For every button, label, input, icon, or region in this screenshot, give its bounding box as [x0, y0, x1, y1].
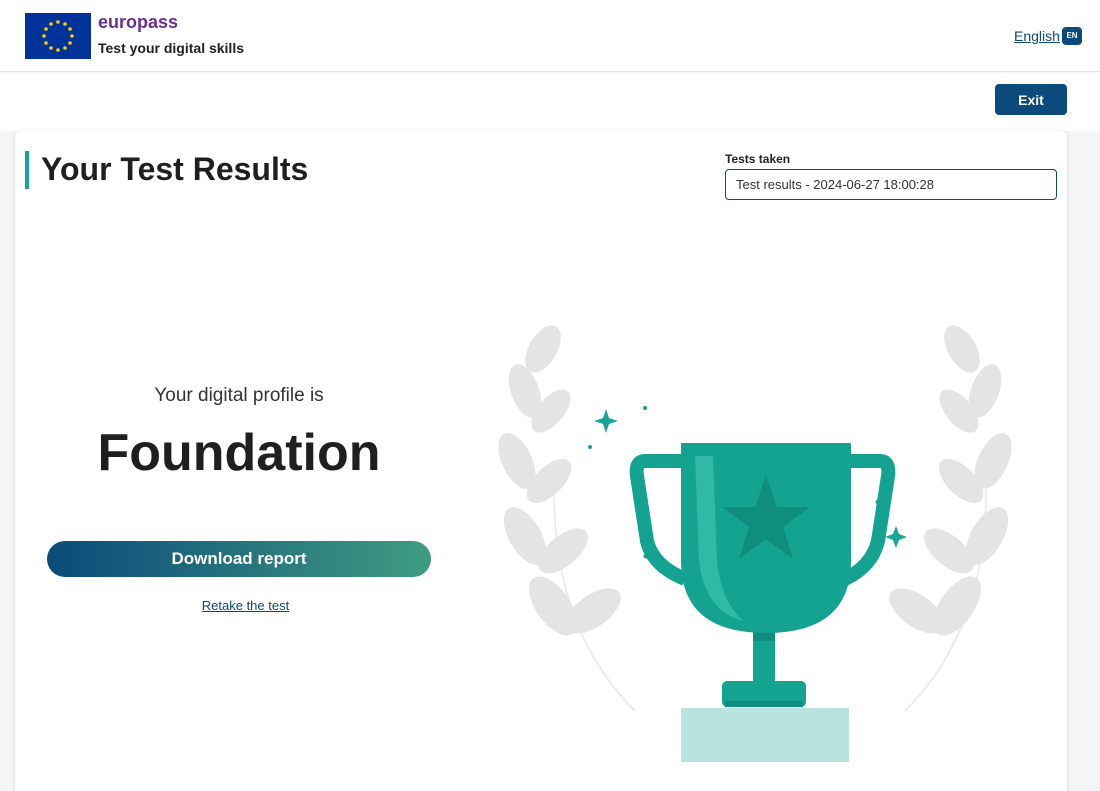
trophy-icon	[498, 325, 1012, 762]
exit-button[interactable]: Exit	[995, 84, 1067, 115]
brand-name: europass	[98, 12, 179, 32]
profile-intro-text: Your digital profile is	[154, 385, 324, 406]
top-header: europass Test your digital skills Englis…	[0, 0, 1100, 72]
trophy-illustration	[485, 261, 1055, 781]
results-card: Your Test Results Tests taken Test resul…	[15, 131, 1067, 791]
action-bar	[0, 73, 1100, 131]
language-selector-link[interactable]: English	[1014, 28, 1060, 44]
trophy-pedestal	[681, 708, 849, 762]
brand-subtitle: Test your digital skills	[98, 40, 245, 56]
page-title: Your Test Results	[41, 151, 309, 187]
profile-level-text: Foundation	[97, 424, 381, 482]
laurel-left-icon	[498, 325, 636, 712]
tests-taken-label: Tests taken	[725, 152, 791, 166]
tests-taken-select[interactable]: Test results - 2024-06-27 18:00:28	[725, 169, 1057, 200]
eu-flag-icon	[25, 13, 91, 59]
language-badge-icon[interactable]: EN	[1062, 27, 1082, 45]
retake-test-link[interactable]: Retake the test	[15, 598, 476, 613]
title-accent-bar	[25, 151, 29, 189]
download-report-button[interactable]: Download report	[47, 541, 431, 577]
laurel-right-icon	[889, 325, 1012, 712]
